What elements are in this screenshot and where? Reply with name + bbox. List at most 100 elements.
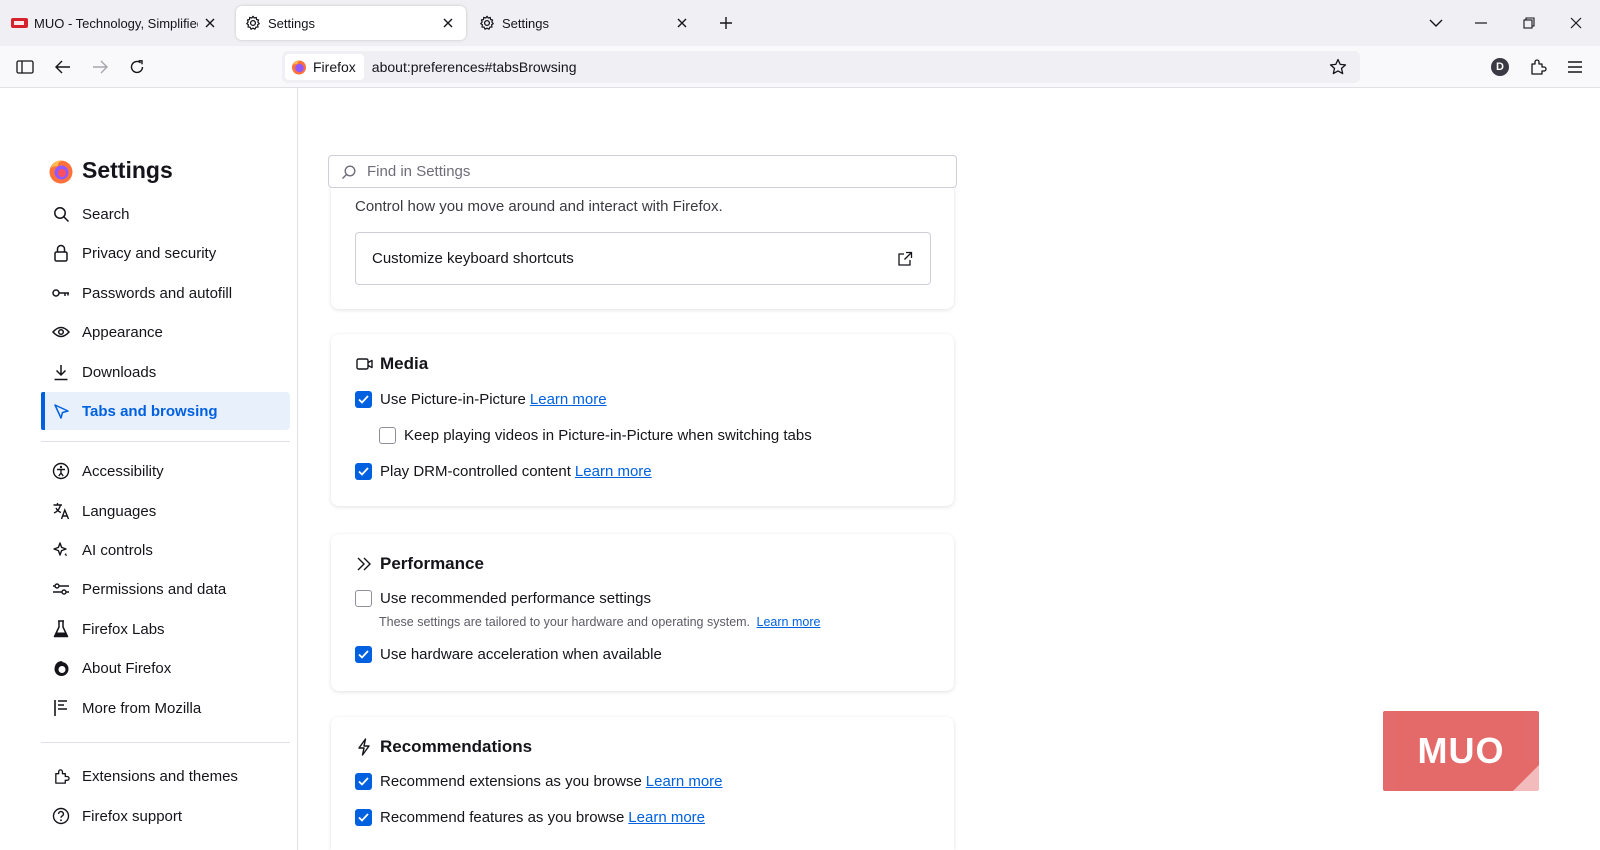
sidebar-item-appearance[interactable]: Appearance bbox=[41, 313, 290, 351]
pip-checkbox[interactable] bbox=[355, 391, 372, 408]
forward-arrow-icon[interactable] bbox=[86, 53, 114, 81]
restore-icon[interactable] bbox=[1514, 8, 1544, 38]
external-link-icon bbox=[896, 250, 914, 268]
muo-favicon-icon bbox=[10, 14, 28, 32]
button-label: Customize keyboard shortcuts bbox=[372, 250, 574, 267]
media-heading: Media bbox=[355, 354, 428, 374]
sidebar-item-privacy[interactable]: Privacy and security bbox=[41, 234, 290, 272]
keep-playing-checkbox[interactable] bbox=[379, 427, 396, 444]
url-text[interactable]: about:preferences#tabsBrowsing bbox=[372, 59, 577, 75]
hardware-acceleration-label[interactable]: Use hardware acceleration when available bbox=[380, 646, 662, 663]
extensions-puzzle-icon[interactable] bbox=[1524, 53, 1552, 81]
sidebar-toggle-icon[interactable] bbox=[11, 53, 39, 81]
drm-checkbox[interactable] bbox=[355, 463, 372, 480]
help-icon bbox=[51, 806, 71, 826]
double-chevron-right-icon bbox=[355, 555, 373, 573]
account-avatar[interactable]: D bbox=[1491, 58, 1509, 76]
sidebar-item-label: Firefox Labs bbox=[82, 620, 165, 638]
close-icon[interactable] bbox=[198, 11, 222, 35]
hamburger-menu-icon[interactable] bbox=[1561, 53, 1589, 81]
lock-icon bbox=[51, 243, 71, 263]
recommend-features-row: Recommend features as you browse Learn m… bbox=[355, 809, 705, 826]
recommend-extensions-checkbox[interactable] bbox=[355, 773, 372, 790]
customize-keyboard-shortcuts-button[interactable]: Customize keyboard shortcuts bbox=[355, 232, 931, 285]
sidebar-item-accessibility[interactable]: Accessibility bbox=[41, 452, 290, 490]
section-title: Recommendations bbox=[380, 737, 533, 756]
search-input[interactable] bbox=[367, 163, 927, 180]
sidebar-item-label: Privacy and security bbox=[82, 244, 217, 262]
gear-icon bbox=[478, 14, 496, 32]
tab-settings-active[interactable]: Settings bbox=[236, 6, 466, 40]
keep-playing-label[interactable]: Keep playing videos in Picture-in-Pictur… bbox=[404, 427, 812, 444]
sidebar-item-search[interactable]: Search bbox=[41, 195, 290, 233]
sidebar-item-passwords[interactable]: Passwords and autofill bbox=[41, 274, 290, 312]
recommend-features-checkbox[interactable] bbox=[355, 809, 372, 826]
performance-heading: Performance bbox=[355, 554, 484, 574]
sidebar-item-label: Search bbox=[82, 205, 130, 223]
hint-text: These settings are tailored to your hard… bbox=[379, 615, 751, 629]
lightning-icon bbox=[355, 738, 373, 756]
find-in-settings-search[interactable] bbox=[328, 155, 957, 188]
learn-more-link[interactable]: Learn more bbox=[628, 809, 705, 826]
back-arrow-icon[interactable] bbox=[49, 53, 77, 81]
flask-icon bbox=[51, 619, 71, 639]
sidebar-item-downloads[interactable]: Downloads bbox=[41, 353, 290, 391]
window-close-icon[interactable] bbox=[1561, 8, 1591, 38]
settings-sidebar: Settings Search Privacy and security Pas… bbox=[0, 88, 298, 850]
sliders-icon bbox=[51, 579, 71, 599]
sidebar-item-permissions[interactable]: Permissions and data bbox=[41, 570, 290, 608]
search-icon bbox=[51, 204, 71, 224]
accessibility-icon bbox=[51, 461, 71, 481]
download-icon bbox=[51, 362, 71, 382]
firefox-icon bbox=[292, 60, 306, 75]
identity-box[interactable]: Firefox bbox=[285, 54, 364, 80]
flag-icon bbox=[51, 698, 71, 718]
recommend-extensions-label[interactable]: Recommend extensions as you browse bbox=[380, 773, 642, 790]
sidebar-divider bbox=[41, 441, 290, 442]
sidebar-item-label: Tabs and browsing bbox=[82, 402, 218, 420]
recommended-performance-hint: These settings are tailored to your hard… bbox=[379, 615, 820, 629]
sidebar-item-firefox-labs[interactable]: Firefox Labs bbox=[41, 610, 290, 648]
sparkle-icon bbox=[51, 540, 71, 560]
sidebar-item-tabs-and-browsing[interactable]: Tabs and browsing bbox=[41, 392, 290, 430]
cursor-icon bbox=[51, 401, 71, 421]
list-all-tabs-icon[interactable] bbox=[1421, 8, 1451, 38]
recommended-performance-row: Use recommended performance settings bbox=[355, 590, 651, 607]
learn-more-link[interactable]: Learn more bbox=[757, 615, 821, 629]
sidebar-item-label: AI controls bbox=[82, 541, 153, 559]
drm-label[interactable]: Play DRM-controlled content bbox=[380, 463, 571, 480]
pip-label[interactable]: Use Picture-in-Picture bbox=[380, 391, 526, 408]
pip-setting-row: Use Picture-in-Picture Learn more bbox=[355, 391, 607, 408]
learn-more-link[interactable]: Learn more bbox=[575, 463, 652, 480]
browsing-card: Control how you move around and interact… bbox=[331, 186, 954, 309]
reload-icon[interactable] bbox=[123, 53, 151, 81]
sidebar-item-firefox-support[interactable]: Firefox support bbox=[41, 797, 290, 835]
minimize-icon[interactable] bbox=[1466, 8, 1496, 38]
firefox-logo-icon bbox=[49, 159, 73, 183]
sidebar-item-about-firefox[interactable]: About Firefox bbox=[41, 649, 290, 687]
key-icon bbox=[51, 283, 71, 303]
close-icon[interactable] bbox=[670, 11, 694, 35]
sidebar-item-extensions-and-themes[interactable]: Extensions and themes bbox=[41, 757, 290, 795]
section-title: Performance bbox=[380, 554, 484, 573]
sidebar-item-label: Permissions and data bbox=[82, 580, 227, 598]
tab-muo[interactable]: MUO - Technology, Simplified. bbox=[2, 6, 228, 40]
recommend-features-label[interactable]: Recommend features as you browse bbox=[380, 809, 624, 826]
sidebar-item-more-from-mozilla[interactable]: More from Mozilla bbox=[41, 689, 290, 727]
new-tab-button[interactable] bbox=[711, 8, 741, 38]
sidebar-item-label: Firefox support bbox=[82, 807, 183, 825]
recommended-performance-label[interactable]: Use recommended performance settings bbox=[380, 590, 651, 607]
sidebar-item-languages[interactable]: Languages bbox=[41, 492, 290, 530]
watermark-text: MUO bbox=[1417, 730, 1505, 771]
close-icon[interactable] bbox=[436, 11, 460, 35]
sidebar-item-ai-controls[interactable]: AI controls bbox=[41, 531, 290, 569]
hardware-acceleration-row: Use hardware acceleration when available bbox=[355, 646, 662, 663]
keep-playing-setting-row: Keep playing videos in Picture-in-Pictur… bbox=[379, 427, 812, 444]
bookmark-star-icon[interactable] bbox=[1326, 55, 1350, 79]
address-bar[interactable]: Firefox about:preferences#tabsBrowsing bbox=[282, 51, 1360, 83]
learn-more-link[interactable]: Learn more bbox=[530, 391, 607, 408]
hardware-acceleration-checkbox[interactable] bbox=[355, 646, 372, 663]
learn-more-link[interactable]: Learn more bbox=[646, 773, 723, 790]
recommended-performance-checkbox[interactable] bbox=[355, 590, 372, 607]
tab-settings[interactable]: Settings bbox=[470, 6, 700, 40]
